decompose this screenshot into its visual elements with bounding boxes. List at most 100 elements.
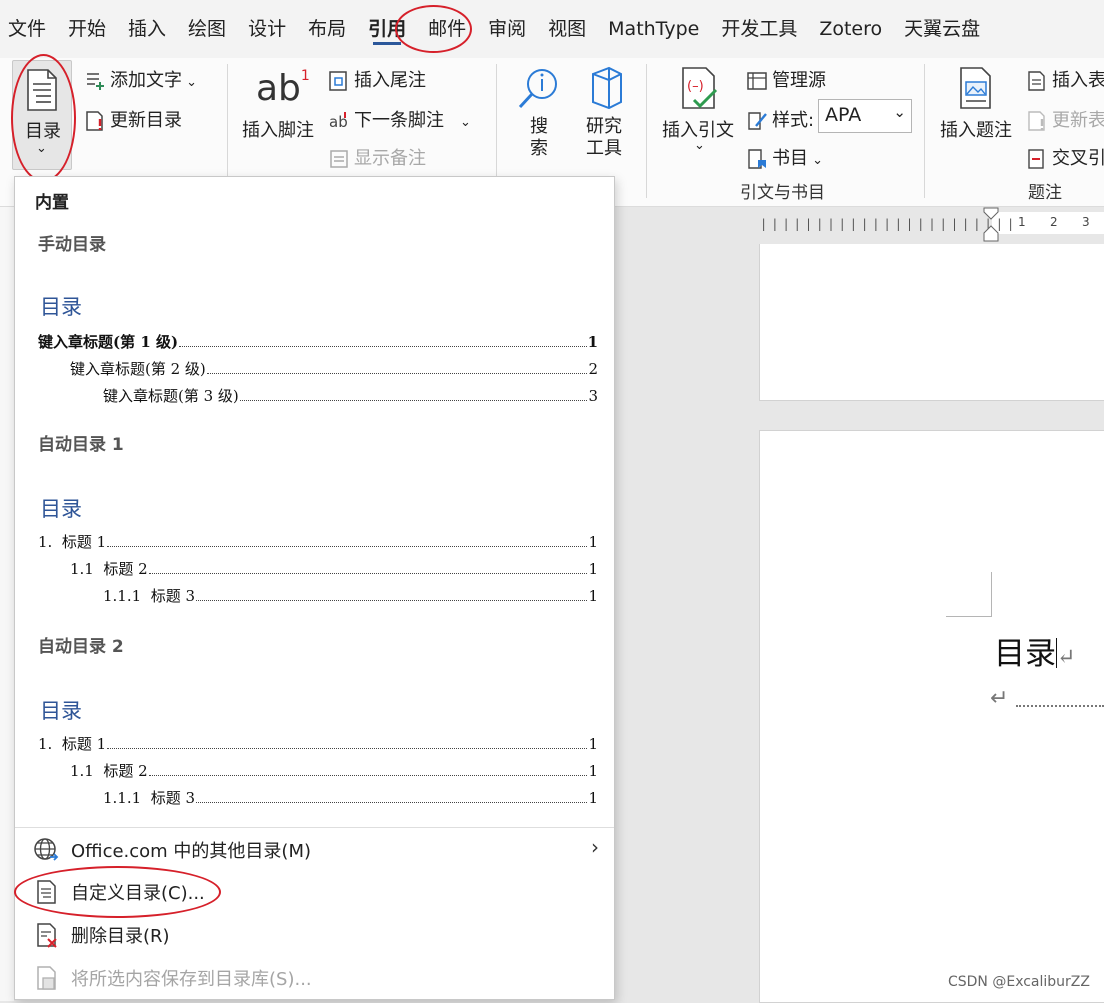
save-selection-label: 将所选内容保存到目录库(S)...: [71, 969, 312, 990]
custom-toc-icon: [33, 879, 59, 905]
researcher-icon: [587, 66, 627, 117]
toc-line-text: 1.1.1 标题 3: [103, 587, 196, 605]
toc-line-text: 1. 标题 1: [38, 533, 107, 551]
next-footnote-icon: ab: [328, 110, 350, 132]
tab-design[interactable]: 设计: [237, 0, 297, 58]
toc-line-page: 1: [588, 735, 598, 753]
tab-view[interactable]: 视图: [537, 0, 597, 58]
chevron-right-icon: ›: [591, 835, 599, 859]
manage-sources-button[interactable]: 管理源: [746, 66, 826, 92]
next-footnote-button[interactable]: ab 下一条脚注 ⌄: [328, 106, 471, 132]
insert-citation-icon: (–): [680, 66, 720, 117]
gallery-item-auto-toc-1[interactable]: 自动目录 1 目录 1. 标题 1 1 1.1 标题 2 1 1.1.1 标题 3 1: [16, 417, 613, 609]
save-selection-to-toc-gallery-menu-item[interactable]: 将所选内容保存到目录库(S)...: [33, 965, 312, 991]
toc-document-icon: [25, 69, 59, 115]
manual-toc-line-level3: 键入章标题(第 3 级) 3: [103, 385, 598, 406]
insert-caption-button[interactable]: 插入题注: [938, 66, 1016, 166]
toc-leader-dots: [196, 600, 588, 601]
gallery-item-auto-toc-2[interactable]: 自动目录 2 目录 1. 标题 1 1 1.1 标题 2 1 1.1.1 标题 3 1: [16, 619, 613, 811]
custom-toc-label: 自定义目录(C)...: [71, 883, 205, 904]
table-of-contents-button[interactable]: 目录 ⌄: [12, 60, 72, 170]
toc-line-text: 键入章标题(第 2 级): [70, 360, 206, 378]
toc-leader-dots: [206, 373, 588, 374]
tab-references[interactable]: 引用: [357, 0, 417, 58]
ribbon-group-separator: [646, 64, 647, 198]
gallery-item-manual-toc[interactable]: 手动目录 目录 键入章标题(第 1 级) 1 键入章标题(第 2 级) 2 键入章标…: [16, 217, 613, 407]
tab-mathtype[interactable]: MathType: [597, 0, 710, 58]
toc-line-text: 1.1 标题 2: [70, 762, 148, 780]
ruler-ticks: |||||||||||||||||||||||: [760, 217, 1019, 231]
toc-leader-dots: [196, 802, 588, 803]
tab-home[interactable]: 开始: [57, 0, 117, 58]
insert-footnote-button[interactable]: ab1 插入脚注: [240, 66, 320, 146]
bibliography-button[interactable]: 书目 ⌄: [746, 144, 823, 170]
office-more-tocs-label: Office.com 中的其他目录(M): [71, 841, 312, 862]
toc-line-page: 2: [588, 360, 598, 378]
chevron-down-icon: ⌄: [808, 153, 824, 168]
update-table-icon: [1026, 110, 1048, 132]
update-toc-button[interactable]: 更新目录: [84, 106, 182, 132]
tab-review[interactable]: 审阅: [477, 0, 537, 58]
update-table-button[interactable]: 更新表: [1026, 106, 1104, 132]
show-notes-button[interactable]: 显示备注: [328, 144, 426, 170]
footnote-superscript: 1: [300, 68, 310, 84]
tab-mailings[interactable]: 邮件: [417, 0, 477, 58]
update-table-label: 更新表: [1052, 110, 1104, 131]
tab-insert[interactable]: 插入: [117, 0, 177, 58]
page-margin-corner: [946, 572, 992, 617]
citation-style-value: APA: [825, 104, 862, 126]
document-toc-heading-text: 目录: [994, 636, 1056, 672]
remove-toc-label: 删除目录(R): [71, 926, 170, 947]
ruler-number-1: 1: [1018, 215, 1026, 229]
remove-toc-menu-item[interactable]: 删除目录(R): [33, 922, 170, 948]
ribbon-group-separator: [924, 64, 925, 198]
tab-tianyi-cloud[interactable]: 天翼云盘: [893, 0, 991, 58]
manual-toc-line-level1: 键入章标题(第 1 级) 1: [38, 331, 598, 352]
watermark: CSDN @ExcaliburZZ: [947, 974, 1090, 990]
tab-file[interactable]: 文件: [0, 0, 57, 58]
custom-toc-menu-item[interactable]: 自定义目录(C)...: [33, 879, 205, 905]
globe-icon: [33, 837, 59, 863]
manual-toc-preview-title: 目录: [40, 295, 82, 319]
insert-endnote-icon: [328, 70, 350, 92]
office-more-tocs-menu-item[interactable]: Office.com 中的其他目录(M) ›: [33, 835, 599, 865]
footnote-ab-text: ab: [256, 68, 301, 109]
insert-citation-button[interactable]: (–) 插入引文 ⌄: [660, 66, 738, 166]
document-toc-heading[interactable]: 目录↵: [994, 628, 1075, 673]
paragraph-mark: ↵: [1057, 645, 1076, 670]
search-icon: [515, 66, 561, 117]
insert-endnote-button[interactable]: 插入尾注: [328, 66, 426, 92]
manual-toc-name: 手动目录: [38, 235, 106, 255]
auto-toc-2-line-level3: 1.1.1 标题 3 1: [103, 787, 598, 808]
toc-leader-dots: [107, 748, 588, 749]
navigation-pane-edge: [0, 207, 14, 1001]
toc-leader-dots: [179, 346, 587, 347]
ruler-number-3: 3: [1082, 215, 1090, 229]
document-page-current[interactable]: [759, 430, 1104, 1003]
search-button[interactable]: 搜索: [512, 66, 568, 166]
chevron-down-icon: ⌄: [36, 141, 47, 156]
cross-reference-icon: [1026, 148, 1048, 170]
ruler-number-2: 2: [1050, 215, 1058, 229]
add-text-label: 添加文字: [110, 70, 182, 91]
toc-line-page: 1: [588, 762, 598, 780]
chevron-down-icon: ⌄: [893, 103, 906, 121]
citations-group-label: 引文与书目: [740, 183, 825, 203]
update-toc-icon: [84, 110, 106, 132]
tab-draw[interactable]: 绘图: [177, 0, 237, 58]
tab-zotero[interactable]: Zotero: [808, 0, 893, 58]
tab-layout[interactable]: 布局: [297, 0, 357, 58]
active-tab-underline: [373, 42, 402, 45]
researcher-button[interactable]: 研究工具: [584, 66, 630, 166]
captions-group-label: 题注: [1028, 183, 1062, 203]
citation-style-dropdown[interactable]: APA ⌄: [818, 99, 912, 133]
table-of-figures-icon: [1026, 70, 1048, 92]
insert-table-of-figures-button[interactable]: 插入表: [1026, 66, 1104, 92]
insert-endnote-label: 插入尾注: [354, 70, 426, 91]
cross-reference-button[interactable]: 交叉引: [1026, 144, 1104, 170]
bibliography-icon: [746, 148, 768, 170]
indent-marker[interactable]: [983, 207, 999, 243]
tab-developer[interactable]: 开发工具: [710, 0, 808, 58]
style-label-text: 样式:: [772, 110, 815, 131]
add-text-button[interactable]: 添加文字 ⌄: [84, 66, 197, 92]
